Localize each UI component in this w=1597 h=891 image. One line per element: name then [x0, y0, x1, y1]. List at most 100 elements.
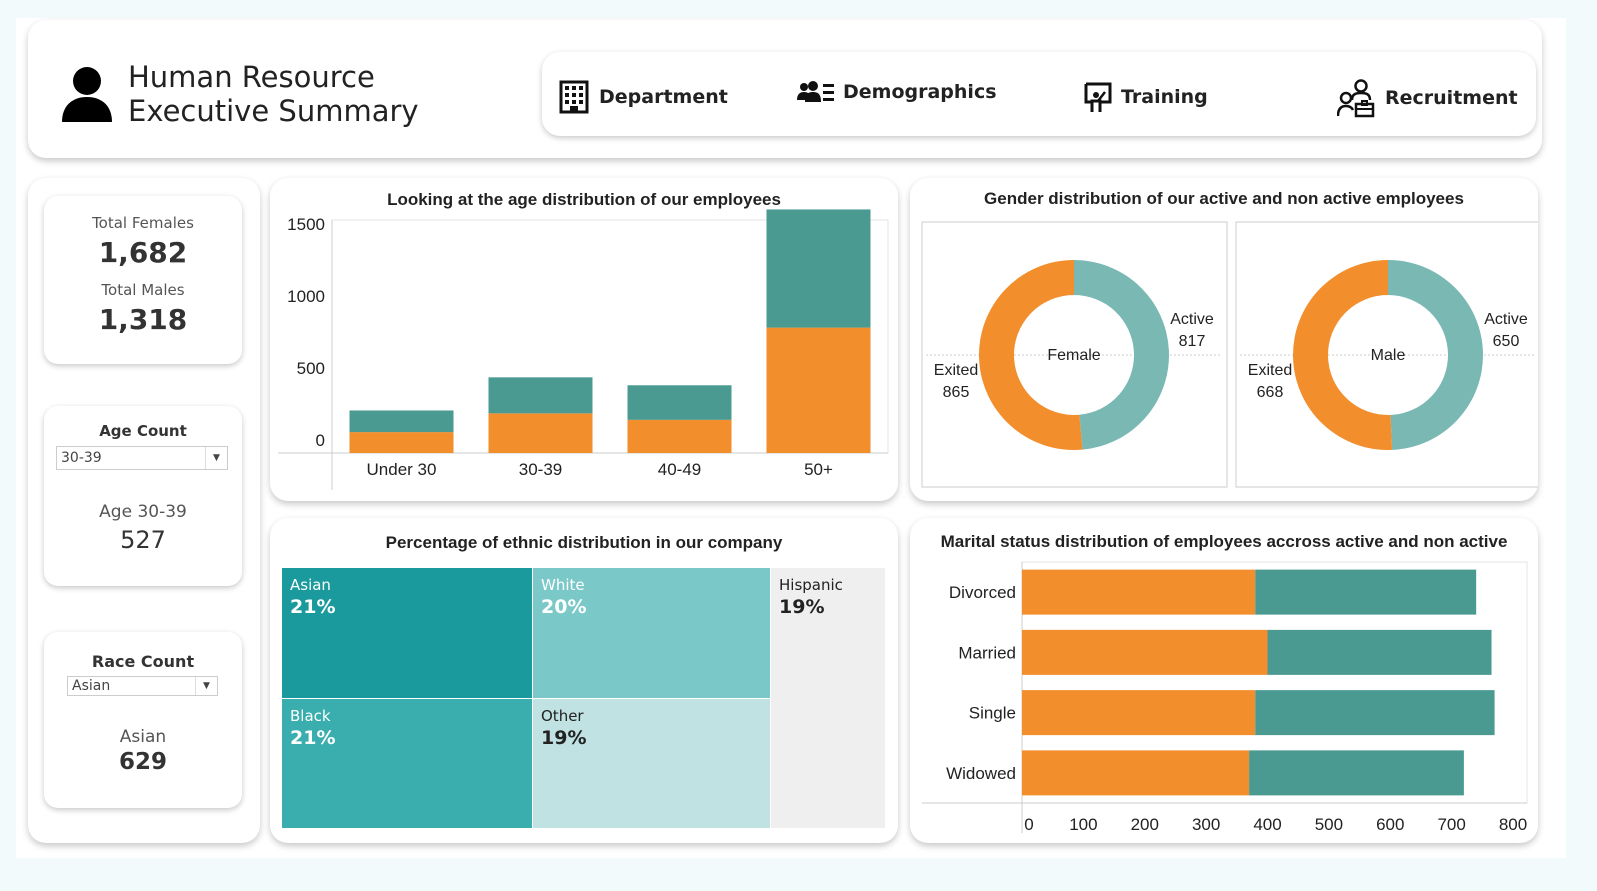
- x-tick-label: 30-39: [519, 460, 562, 479]
- age-filter-value: 30-39: [61, 450, 102, 466]
- treemap-black-label: Black: [290, 707, 331, 725]
- gender-totals-card: Total Females 1,682 Total Males 1,318: [44, 196, 242, 364]
- donut-exited-value: 865: [943, 384, 970, 401]
- nav-department-label: Department: [599, 86, 728, 108]
- x-tick-label: 100: [1069, 815, 1097, 834]
- marital-bar-segment: [1022, 750, 1250, 796]
- y-tick-label: 0: [316, 431, 325, 450]
- x-tick-label: 500: [1315, 815, 1343, 834]
- treemap-cell-white[interactable]: White 20%: [533, 568, 770, 698]
- age-bar-segment: [627, 385, 732, 420]
- age-bar-segment: [766, 327, 871, 453]
- age-result-label: Age 30-39: [99, 502, 187, 522]
- donut-center-label: Female: [1047, 347, 1100, 364]
- race-filter-dropdown[interactable]: Asian ▼: [67, 676, 218, 696]
- age-result-value: 527: [120, 526, 166, 554]
- marital-bar-segment: [1022, 569, 1256, 615]
- nav-recruitment-label: Recruitment: [1385, 87, 1518, 109]
- treemap-other-pct: 19%: [541, 727, 587, 749]
- chevron-down-icon: ▼: [205, 447, 227, 469]
- race-filter-value: Asian: [72, 678, 111, 694]
- treemap-black-pct: 21%: [290, 727, 336, 749]
- users-list-icon: [797, 81, 834, 102]
- x-tick-label: 50+: [804, 460, 833, 479]
- ethnic-chart-title: Percentage of ethnic distribution in our…: [385, 533, 783, 552]
- age-bar-segment: [488, 413, 593, 453]
- y-tick-label: Widowed: [946, 764, 1016, 783]
- race-result-value: 629: [118, 749, 167, 775]
- x-tick-label: 700: [1437, 815, 1465, 834]
- age-count-heading: Age Count: [99, 422, 187, 440]
- page-title-line2: Executive Summary: [128, 94, 419, 128]
- marital-bar-segment: [1255, 690, 1495, 736]
- treemap-asian-pct: 21%: [290, 596, 336, 618]
- x-tick-label: Under 30: [367, 460, 437, 479]
- donut-active-value: 650: [1493, 333, 1520, 350]
- x-tick-label: 200: [1131, 815, 1159, 834]
- nav-demographics-label: Demographics: [843, 81, 997, 103]
- treemap-cell-other[interactable]: Other 19%: [533, 699, 770, 828]
- nav-training[interactable]: Training: [1083, 81, 1208, 113]
- age-chart: 0 500 1000 1500 Under 30 30-39 40-49 50+: [278, 209, 889, 490]
- person-icon: [62, 67, 112, 122]
- donut-active-label: Active: [1484, 311, 1528, 328]
- y-tick-label: Single: [969, 704, 1016, 723]
- nav-department[interactable]: Department: [559, 80, 728, 114]
- total-females-label: Total Females: [92, 214, 194, 232]
- y-tick-label: 1500: [287, 215, 325, 234]
- page-title: Human Resource Executive Summary: [128, 60, 419, 128]
- nav-recruitment[interactable]: Recruitment: [1337, 78, 1518, 118]
- marital-bar-segment: [1022, 690, 1256, 736]
- donut-active-label: Active: [1170, 311, 1214, 328]
- age-bar-segment: [627, 419, 732, 453]
- donut-exited-value: 668: [1257, 384, 1284, 401]
- treemap-white-label: White: [541, 576, 585, 594]
- x-tick-label: 300: [1192, 815, 1220, 834]
- age-bar-segment: [349, 432, 454, 453]
- treemap-hispanic-label: Hispanic: [779, 576, 843, 594]
- age-bar-segment: [349, 410, 454, 433]
- nav-demographics[interactable]: Demographics: [797, 80, 997, 104]
- x-tick-label: 0: [1024, 815, 1033, 834]
- chevron-down-icon: ▼: [195, 677, 217, 695]
- marital-bar-segment: [1267, 629, 1492, 675]
- gender-chart-card: Gender distribution of our active and no…: [910, 178, 1538, 501]
- y-tick-label: 1000: [287, 287, 325, 306]
- x-tick-label: 400: [1253, 815, 1281, 834]
- x-tick-label: 40-49: [658, 460, 701, 479]
- age-filter-dropdown[interactable]: 30-39 ▼: [56, 446, 228, 470]
- presentation-icon: [1084, 82, 1112, 112]
- page-title-line1: Human Resource: [128, 60, 375, 94]
- age-chart-card: Looking at the age distribution of our e…: [270, 178, 898, 501]
- marital-chart-card: Marital status distribution of employees…: [910, 518, 1538, 843]
- total-females-value: 1,682: [98, 236, 188, 269]
- marital-bar-segment: [1022, 629, 1268, 675]
- donut-exited-label: Exited: [1248, 362, 1292, 379]
- donut-active-value: 817: [1179, 333, 1206, 350]
- race-result-label: Asian: [119, 727, 167, 747]
- age-bar-segment: [488, 377, 593, 414]
- race-count-card: Race Count Asian ▼ Asian 629: [44, 632, 242, 808]
- treemap-hispanic-pct: 19%: [779, 596, 825, 618]
- x-tick-label: 800: [1499, 815, 1527, 834]
- building-icon: [559, 80, 589, 114]
- nav-training-label: Training: [1121, 86, 1208, 108]
- age-bar-segment: [766, 209, 871, 328]
- treemap-other-label: Other: [541, 707, 584, 725]
- donut-exited-label: Exited: [934, 362, 978, 379]
- treemap-asian-label: Asian: [290, 576, 331, 594]
- treemap-cell-hispanic[interactable]: Hispanic 19%: [771, 568, 885, 828]
- treemap-white-pct: 20%: [541, 596, 587, 618]
- total-males-value: 1,318: [98, 303, 188, 336]
- marital-chart: Divorced Married Single Widowed 0 100 200 300 40…: [922, 561, 1528, 834]
- y-tick-label: Married: [958, 643, 1016, 662]
- total-males-label: Total Males: [101, 281, 185, 299]
- x-tick-label: 600: [1376, 815, 1404, 834]
- treemap-cell-black[interactable]: Black 21%: [282, 699, 532, 828]
- marital-bar-segment: [1255, 569, 1477, 615]
- treemap-cell-asian[interactable]: Asian 21%: [282, 568, 532, 698]
- y-tick-label: Divorced: [949, 583, 1016, 602]
- recruitment-icon: [1337, 79, 1375, 118]
- race-count-heading: Race Count: [91, 652, 195, 671]
- marital-bar-segment: [1249, 750, 1464, 796]
